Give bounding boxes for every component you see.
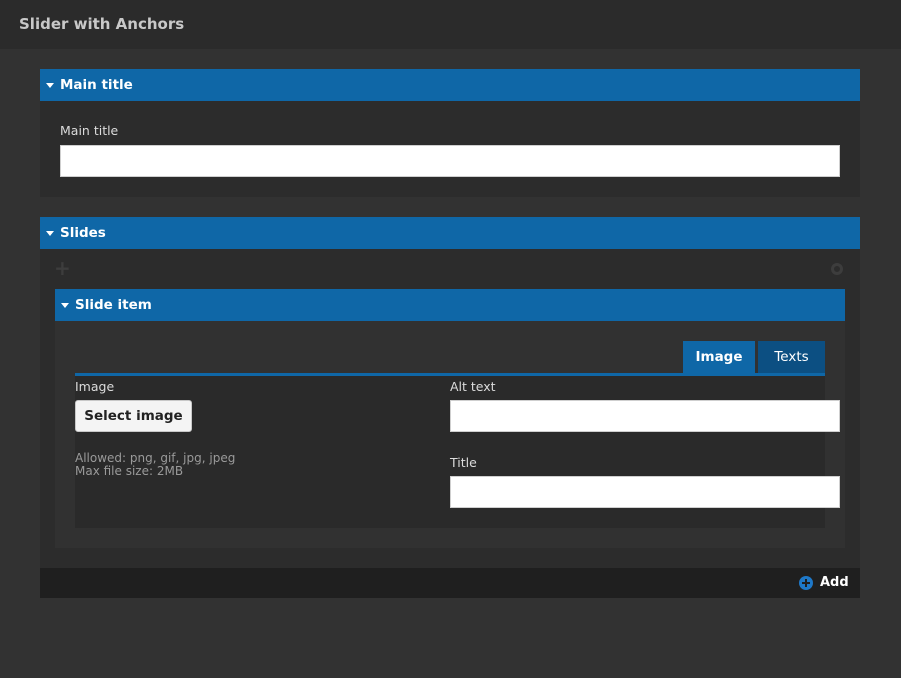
slides-panel-header[interactable]: Slides bbox=[40, 217, 860, 249]
caret-down-icon bbox=[61, 302, 69, 308]
app-title: Slider with Anchors bbox=[19, 15, 185, 33]
tab-image[interactable]: Image bbox=[683, 341, 755, 373]
slide-item-title: Slide item bbox=[75, 297, 152, 313]
main-title-panel-header[interactable]: Main title bbox=[40, 69, 860, 101]
add-label: Add bbox=[820, 575, 849, 590]
plus-icon[interactable]: + bbox=[54, 256, 71, 280]
caret-down-icon bbox=[46, 82, 54, 88]
gear-icon[interactable] bbox=[831, 263, 843, 275]
alt-text-label: Alt text bbox=[450, 379, 496, 394]
title-input[interactable] bbox=[450, 476, 840, 508]
slides-panel-title: Slides bbox=[60, 225, 106, 241]
tab-texts[interactable]: Texts bbox=[758, 341, 825, 373]
slide-item-header[interactable]: Slide item bbox=[55, 289, 845, 321]
main-title-panel-body: Main title bbox=[40, 101, 860, 197]
tab-underline bbox=[75, 373, 825, 376]
main-title-label: Main title bbox=[60, 123, 119, 138]
top-bar: Slider with Anchors bbox=[0, 0, 901, 49]
add-circle-icon bbox=[799, 575, 813, 590]
main-title-input[interactable] bbox=[60, 145, 840, 177]
alt-text-input[interactable] bbox=[450, 400, 840, 432]
max-file-size-text: Max file size: 2MB bbox=[75, 464, 184, 478]
add-slide-button[interactable]: Add bbox=[799, 575, 849, 590]
select-image-button[interactable]: Select image bbox=[75, 400, 192, 432]
title-label: Title bbox=[450, 455, 477, 470]
main-title-panel-title: Main title bbox=[60, 77, 133, 93]
caret-down-icon bbox=[46, 230, 54, 236]
slides-footer-bar bbox=[40, 568, 860, 598]
image-label: Image bbox=[75, 379, 115, 394]
